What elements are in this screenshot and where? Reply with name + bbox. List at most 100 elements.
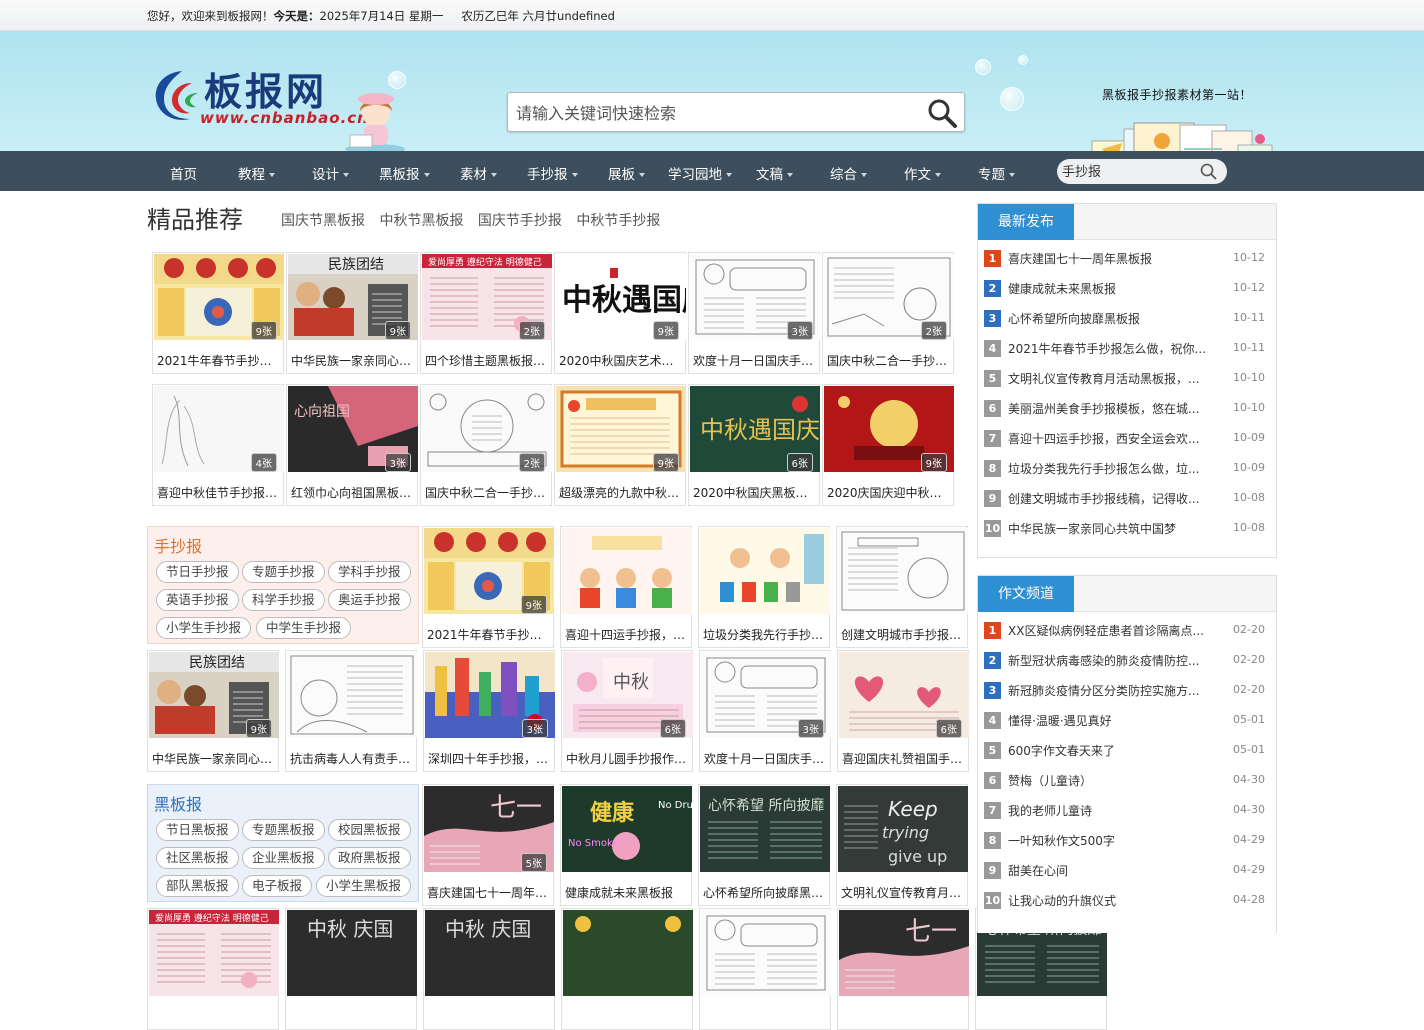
category-tag[interactable]: 中学生手抄报 xyxy=(256,617,352,639)
list-item-title[interactable]: 一叶知秋作文500字 xyxy=(1008,832,1208,849)
featured-card[interactable]: 2张国庆中秋二合一手抄报线稿 xyxy=(822,252,954,374)
list-item-title[interactable]: 喜迎十四运手抄报，西安全运会欢... xyxy=(1008,430,1208,447)
category-tag[interactable]: 部队黑板报 xyxy=(156,875,239,897)
ranked-list-item[interactable]: 10 让我心动的升旗仪式 04-28 xyxy=(984,890,1272,912)
nav-item-study-garden[interactable]: 学习园地 xyxy=(668,163,732,183)
thumbnail-image[interactable] xyxy=(563,910,693,996)
ranked-list-item[interactable]: 9 甜美在心间 04-29 xyxy=(984,860,1272,882)
category-tag[interactable]: 学科手抄报 xyxy=(328,561,411,583)
featured-card[interactable]: 民族团结 9张中华民族一家亲同心共筑中国梦 xyxy=(286,252,418,374)
handwritten-card[interactable]: 9张 2021牛年春节手抄报怎么做... xyxy=(422,526,554,648)
ranked-list-item[interactable]: 1 喜庆建国七十一周年黑板报 10-12 xyxy=(984,248,1272,270)
thumbnail-caption[interactable]: 四个珍惜主题黑板报，... xyxy=(425,352,551,369)
ranked-list-item[interactable]: 2 健康成就未来黑板报 10-12 xyxy=(984,278,1272,300)
nav-item-tutorial[interactable]: 教程 xyxy=(238,163,275,183)
category-tag[interactable]: 专题手抄报 xyxy=(242,561,325,583)
category-tag[interactable]: 电子板报 xyxy=(242,875,313,897)
thumbnail-image[interactable] xyxy=(562,528,692,614)
thumbnail-image[interactable] xyxy=(700,528,830,614)
thumbnail-image[interactable]: 心怀希望 所向披靡 xyxy=(700,786,830,872)
thumbnail-image[interactable]: 中秋 庆国 xyxy=(425,910,555,996)
more-card[interactable]: 中秋 庆国 xyxy=(423,908,555,1030)
category-tag[interactable]: 政府黑板报 xyxy=(328,847,411,869)
more-card[interactable] xyxy=(699,908,831,1030)
featured-card[interactable]: 9张超级漂亮的九款中秋节手抄报 xyxy=(554,384,686,506)
thumbnail-image[interactable]: 七一 xyxy=(839,910,969,996)
handwritten-card[interactable]: 中秋 6张 中秋月儿圆手抄报作品... xyxy=(561,650,693,772)
thumbnail-caption[interactable]: 2021牛年春节手抄报怎么做... xyxy=(427,626,553,643)
thumbnail-caption[interactable]: 喜迎中秋佳节手抄报线稿 xyxy=(157,484,283,501)
thumbnail-image[interactable]: 中秋 庆国 xyxy=(287,910,417,996)
list-item-title[interactable]: 美丽温州美食手抄报模板，悠在城... xyxy=(1008,400,1208,417)
list-item-title[interactable]: 垃圾分类我先行手抄报怎么做，垃... xyxy=(1008,460,1208,477)
handwritten-card[interactable]: 抗击病毒人人有责手抄报 xyxy=(285,650,417,772)
list-item-title[interactable]: 懂得·温暖·遇见真好 xyxy=(1008,712,1208,729)
search-icon[interactable] xyxy=(926,97,958,129)
thumbnail-caption[interactable]: 中华民族一家亲同心共筑... xyxy=(152,750,278,767)
blackboard-card[interactable]: 健康 No Smoke No Drug 健康成就未来黑板报 xyxy=(560,784,692,906)
featured-card[interactable]: 9张 2020庆国庆迎中秋高清... xyxy=(822,384,954,506)
category-tag[interactable]: 校园黑板报 xyxy=(328,819,411,841)
thumbnail-image[interactable]: 爱尚厚勇 遵纪守法 明德健己 xyxy=(149,910,279,996)
nav-search-input[interactable] xyxy=(1062,163,1192,178)
list-item-title[interactable]: XX区疑似病例轻症患者首诊隔离点... xyxy=(1008,622,1208,639)
ranked-list-item[interactable]: 8 一叶知秋作文500字 04-29 xyxy=(984,830,1272,852)
ranked-list-item[interactable]: 6 赞梅（儿童诗） 04-30 xyxy=(984,770,1272,792)
thumbnail-caption[interactable]: 创建文明城市手抄报线稿... xyxy=(841,626,967,643)
thumbnail-caption[interactable]: 国庆中秋二合一手抄报线稿 xyxy=(425,484,551,501)
thumbnail-caption[interactable]: 红领巾心向祖国黑板报图片 xyxy=(291,484,417,501)
category-tag[interactable]: 小学生黑板报 xyxy=(316,875,412,897)
category-tag[interactable]: 企业黑板报 xyxy=(242,847,325,869)
handwritten-card[interactable]: 3张 深圳四十年手抄报，国... xyxy=(423,650,555,772)
list-item-title[interactable]: 2021牛年春节手抄报怎么做，祝你... xyxy=(1008,340,1208,357)
nav-item-blackboard[interactable]: 黑板报 xyxy=(379,163,430,183)
list-item-title[interactable]: 我的老师儿童诗 xyxy=(1008,802,1208,819)
more-card[interactable]: 七一 xyxy=(837,908,969,1030)
ranked-list-item[interactable]: 1 XX区疑似病例轻症患者首诊隔离点... 02-20 xyxy=(984,620,1272,642)
category-tag[interactable]: 专题黑板报 xyxy=(242,819,325,841)
featured-card[interactable]: 心向祖国 3张红领巾心向祖国黑板报图片 xyxy=(286,384,418,506)
ranked-list-item[interactable]: 3 心怀希望所向披靡黑板报 10-11 xyxy=(984,308,1272,330)
search-input[interactable] xyxy=(516,102,916,124)
ranked-list-item[interactable]: 8 垃圾分类我先行手抄报怎么做，垃... 10-09 xyxy=(984,458,1272,480)
list-item-title[interactable]: 甜美在心间 xyxy=(1008,862,1208,879)
nav-item-handwritten[interactable]: 手抄报 xyxy=(527,163,578,183)
handwritten-card[interactable]: 民族团结 9张中华民族一家亲同心共筑... xyxy=(147,650,279,772)
blackboard-card[interactable]: Keep trying give up 文明礼仪宣传教育月活... xyxy=(836,784,968,906)
ranked-list-item[interactable]: 5 600字作文春天来了 05-01 xyxy=(984,740,1272,762)
featured-card[interactable]: 2张国庆中秋二合一手抄报线稿 xyxy=(420,384,552,506)
thumbnail-caption[interactable]: 2021牛年春节手抄报怎么做... xyxy=(157,352,283,369)
handwritten-card[interactable]: 垃圾分类我先行手抄报怎... xyxy=(698,526,830,648)
handwritten-card[interactable]: 6张 喜迎国庆礼赞祖国手抄报 xyxy=(837,650,969,772)
site-logo[interactable]: 板报网 www.cnbanbao.cn xyxy=(152,61,412,161)
more-card[interactable]: 爱尚厚勇 遵纪守法 明德健己 xyxy=(147,908,279,1030)
ranked-list-item[interactable]: 4 2021牛年春节手抄报怎么做，祝你... 10-11 xyxy=(984,338,1272,360)
featured-card[interactable]: 4张 喜迎中秋佳节手抄报线稿 xyxy=(152,384,284,506)
featured-tag-link[interactable]: 国庆节手抄报 xyxy=(478,213,562,229)
featured-card[interactable]: 3张 欢度十月一日国庆手抄报 xyxy=(688,252,820,374)
ranked-list-item[interactable]: 4 懂得·温暖·遇见真好 05-01 xyxy=(984,710,1272,732)
thumbnail-image[interactable]: 健康 No Smoke No Drug xyxy=(562,786,692,872)
thumbnail-caption[interactable]: 国庆中秋二合一手抄报线稿 xyxy=(827,352,953,369)
list-item-title[interactable]: 喜庆建国七十一周年黑板报 xyxy=(1008,250,1208,267)
ranked-list-item[interactable]: 3 新冠肺炎疫情分区分类防控实施方... 02-20 xyxy=(984,680,1272,702)
more-card[interactable]: 中秋 庆国 xyxy=(285,908,417,1030)
thumbnail-caption[interactable]: 健康成就未来黑板报 xyxy=(565,884,691,901)
thumbnail-caption[interactable]: 喜庆建国七十一周年黑板报 xyxy=(427,884,553,901)
ranked-list-item[interactable]: 9 创建文明城市手抄报线稿，记得收... 10-08 xyxy=(984,488,1272,510)
thumbnail-caption[interactable]: 深圳四十年手抄报，国... xyxy=(428,750,554,767)
nav-item-topics[interactable]: 专题 xyxy=(978,163,1015,183)
thumbnail-caption[interactable]: 2020中秋国庆艺术字大全 xyxy=(559,352,685,369)
featured-tag-link[interactable]: 国庆节黑板报 xyxy=(281,213,365,229)
list-item-title[interactable]: 新冠肺炎疫情分区分类防控实施方... xyxy=(1008,682,1208,699)
blackboard-card[interactable]: 心怀希望 所向披靡 心怀希望所向披靡黑板报 xyxy=(698,784,830,906)
ranked-list-item[interactable]: 6 美丽温州美食手抄报模板，悠在城... 10-10 xyxy=(984,398,1272,420)
thumbnail-caption[interactable]: 垃圾分类我先行手抄报怎... xyxy=(703,626,829,643)
thumbnail-caption[interactable]: 文明礼仪宣传教育月活... xyxy=(841,884,967,901)
thumbnail-caption[interactable]: 欢度十月一日国庆手抄... xyxy=(704,750,830,767)
featured-card[interactable]: 中秋遇国庆 9张 2020中秋国庆艺术字大全 xyxy=(554,252,686,374)
ranked-list-item[interactable]: 10 中华民族一家亲同心共筑中国梦 10-08 xyxy=(984,518,1272,540)
nav-item-home[interactable]: 首页 xyxy=(170,163,197,183)
featured-tag-link[interactable]: 中秋节黑板报 xyxy=(379,213,463,229)
category-tag[interactable]: 奥运手抄报 xyxy=(328,589,411,611)
